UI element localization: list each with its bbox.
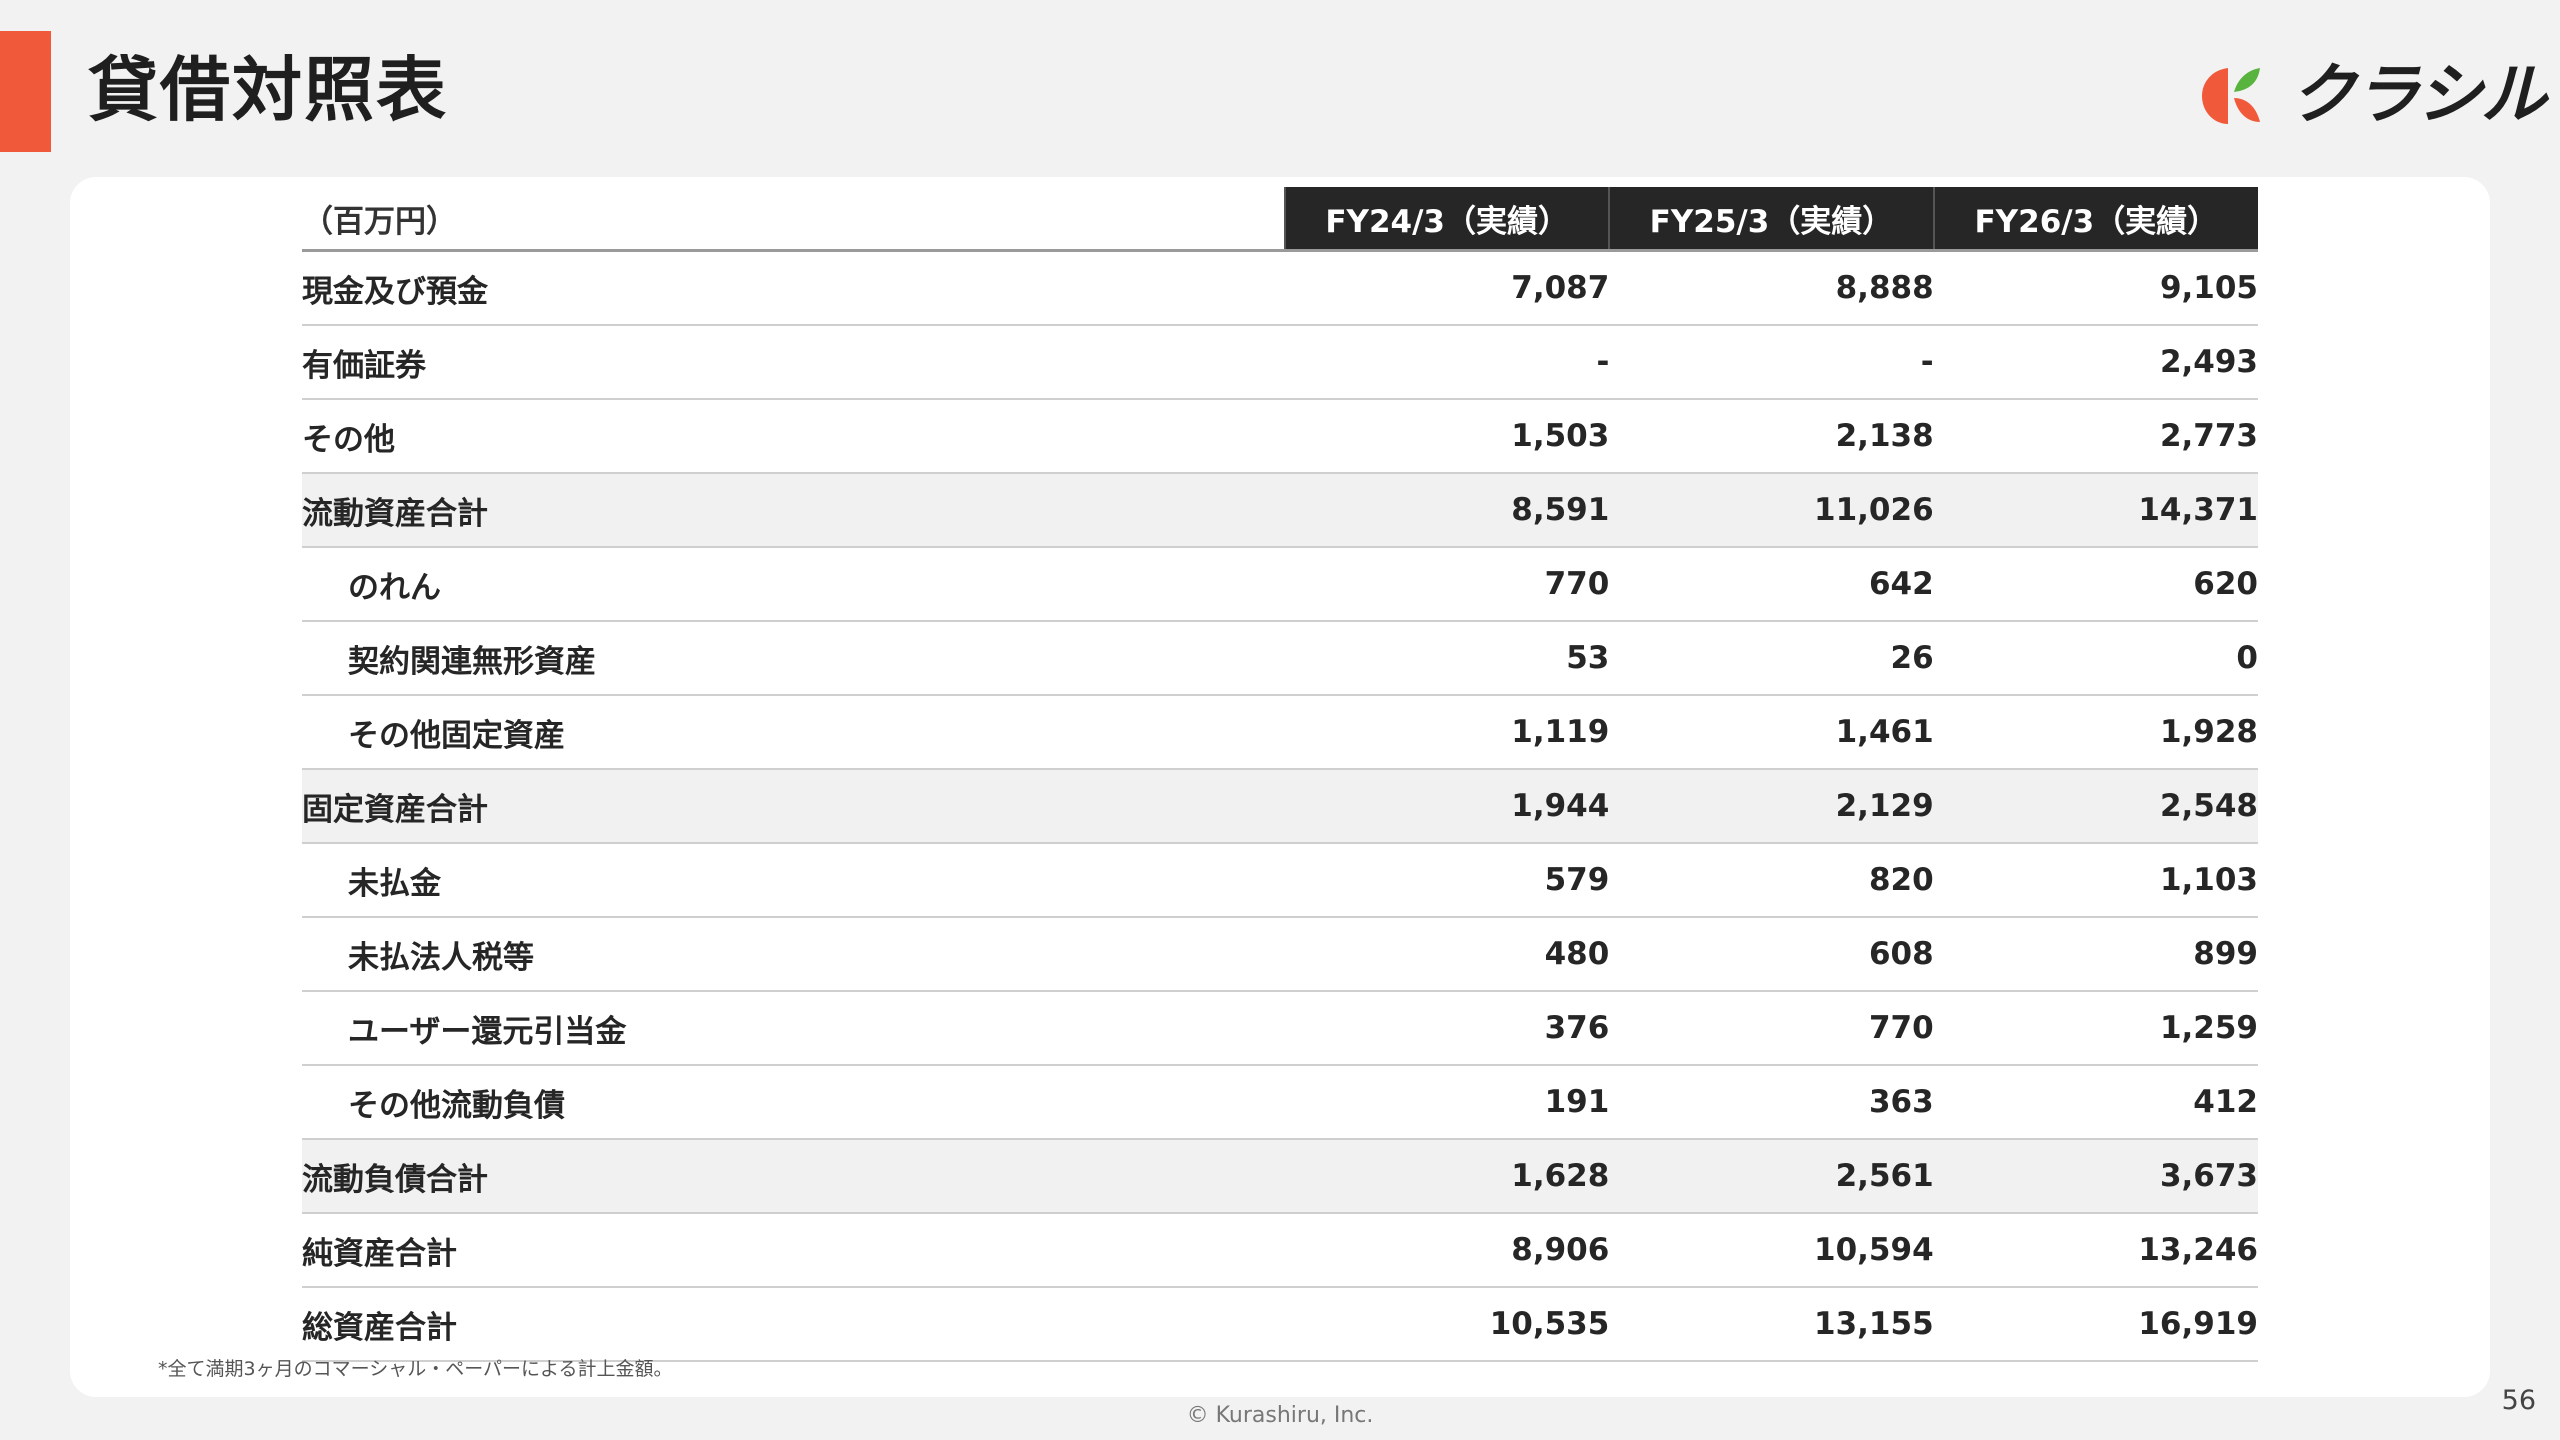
cell-value: 8,906 (1285, 1213, 1610, 1288)
cell-value: 3,673 (1933, 1139, 2258, 1214)
table-row: 有価証券 - - 2,493 (302, 325, 2258, 400)
row-label: 流動負債合計 (302, 1139, 1285, 1214)
row-label: 現金及び預金 (302, 250, 1285, 326)
cell-value: 8,888 (1609, 250, 1934, 326)
table-row: のれん 770 642 620 (302, 547, 2258, 622)
cell-value: 642 (1609, 547, 1934, 622)
unit-label: （百万円） (302, 187, 1285, 252)
cell-value: 7,087 (1285, 250, 1610, 326)
table-row: 純資産合計 8,906 10,594 13,246 (302, 1213, 2258, 1288)
cell-value: 820 (1609, 843, 1934, 918)
cell-value: 2,561 (1609, 1139, 1934, 1214)
row-label: 総資産合計 (302, 1287, 1285, 1362)
page-number: 56 (2501, 1385, 2536, 1416)
cell-value: 1,628 (1285, 1139, 1610, 1214)
cell-value: 53 (1285, 621, 1610, 696)
cell-value: 14,371 (1933, 473, 2258, 548)
cell-value: 2,129 (1609, 769, 1934, 844)
cell-value: 579 (1285, 843, 1610, 918)
cell-value: 2,773 (1933, 399, 2258, 474)
row-label: その他 (302, 399, 1285, 474)
cell-value: 11,026 (1609, 473, 1934, 548)
row-label: 未払金 (302, 843, 1285, 918)
cell-value: 608 (1609, 917, 1934, 992)
cell-value: 412 (1933, 1065, 2258, 1140)
cell-value: 8,591 (1285, 473, 1610, 548)
cell-value: 899 (1933, 917, 2258, 992)
cell-value: 26 (1609, 621, 1934, 696)
cell-value: 363 (1609, 1065, 1934, 1140)
row-label: 純資産合計 (302, 1213, 1285, 1288)
cell-value: 10,535 (1285, 1287, 1610, 1362)
cell-value: 13,155 (1609, 1287, 1934, 1362)
cell-value: 1,259 (1933, 991, 2258, 1066)
cell-value: - (1609, 325, 1934, 400)
row-label: その他流動負債 (302, 1065, 1285, 1140)
cell-value: 770 (1285, 547, 1610, 622)
cell-value: - (1285, 325, 1610, 400)
cell-value: 191 (1285, 1065, 1610, 1140)
column-header-fy25: FY25/3（実績） (1608, 187, 1934, 252)
cell-value: 1,503 (1285, 399, 1610, 474)
subtotal-row: 流動負債合計 1,628 2,561 3,673 (302, 1139, 2258, 1214)
row-label: その他固定資産 (302, 695, 1285, 770)
cell-value: 620 (1933, 547, 2258, 622)
row-label: 未払法人税等 (302, 917, 1285, 992)
cell-value: 2,493 (1933, 325, 2258, 400)
row-label: 有価証券 (302, 325, 1285, 400)
table-row: 未払法人税等 480 608 899 (302, 917, 2258, 992)
table-header-row: （百万円） FY24/3（実績） FY25/3（実績） FY26/3（実績） (302, 187, 2258, 252)
cell-value: 1,119 (1285, 695, 1610, 770)
table-row: その他 1,503 2,138 2,773 (302, 399, 2258, 474)
column-header-fy26: FY26/3（実績） (1932, 187, 2258, 252)
cell-value: 0 (1933, 621, 2258, 696)
row-label: 固定資産合計 (302, 769, 1285, 844)
table-row: ユーザー還元引当金 376 770 1,259 (302, 991, 2258, 1066)
row-label: のれん (302, 547, 1285, 622)
cell-value: 2,138 (1609, 399, 1934, 474)
table-row: 現金及び預金 7,087 8,888 9,105 (302, 250, 2258, 326)
cell-value: 10,594 (1609, 1213, 1934, 1288)
cell-value: 13,246 (1933, 1213, 2258, 1288)
kurashiru-leaf-icon (2202, 68, 2260, 124)
cell-value: 1,944 (1285, 769, 1610, 844)
cell-value: 1,928 (1933, 695, 2258, 770)
cell-value: 1,461 (1609, 695, 1934, 770)
brand-name: クラシル (2290, 56, 2547, 133)
row-label: 契約関連無形資産 (302, 621, 1285, 696)
table-row: 未払金 579 820 1,103 (302, 843, 2258, 918)
balance-sheet-table: （百万円） FY24/3（実績） FY25/3（実績） FY26/3（実績） 現… (302, 187, 2258, 1362)
cell-value: 376 (1285, 991, 1610, 1066)
cell-value: 480 (1285, 917, 1610, 992)
page-title: 貸借対照表 (88, 49, 448, 131)
subtotal-row: 固定資産合計 1,944 2,129 2,548 (302, 769, 2258, 844)
cell-value: 16,919 (1933, 1287, 2258, 1362)
subtotal-row: 流動資産合計 8,591 11,026 14,371 (302, 473, 2258, 548)
brand-logo: クラシル (2198, 52, 2547, 138)
cell-value: 9,105 (1933, 250, 2258, 326)
row-label: 流動資産合計 (302, 473, 1285, 548)
table-row: その他固定資産 1,119 1,461 1,928 (302, 695, 2258, 770)
footnote: *全て満期3ヶ月のコマーシャル・ペーパーによる計上金額。 (158, 1358, 673, 1380)
title-accent-bar (0, 31, 51, 152)
cell-value: 770 (1609, 991, 1934, 1066)
table-row: 総資産合計 10,535 13,155 16,919 (302, 1287, 2258, 1362)
table-row: 契約関連無形資産 53 26 0 (302, 621, 2258, 696)
cell-value: 1,103 (1933, 843, 2258, 918)
column-header-fy24: FY24/3（実績） (1283, 187, 1610, 252)
table-row: その他流動負債 191 363 412 (302, 1065, 2258, 1140)
row-label: ユーザー還元引当金 (302, 991, 1285, 1066)
copyright: © Kurashiru, Inc. (1186, 1403, 1374, 1428)
cell-value: 2,548 (1933, 769, 2258, 844)
